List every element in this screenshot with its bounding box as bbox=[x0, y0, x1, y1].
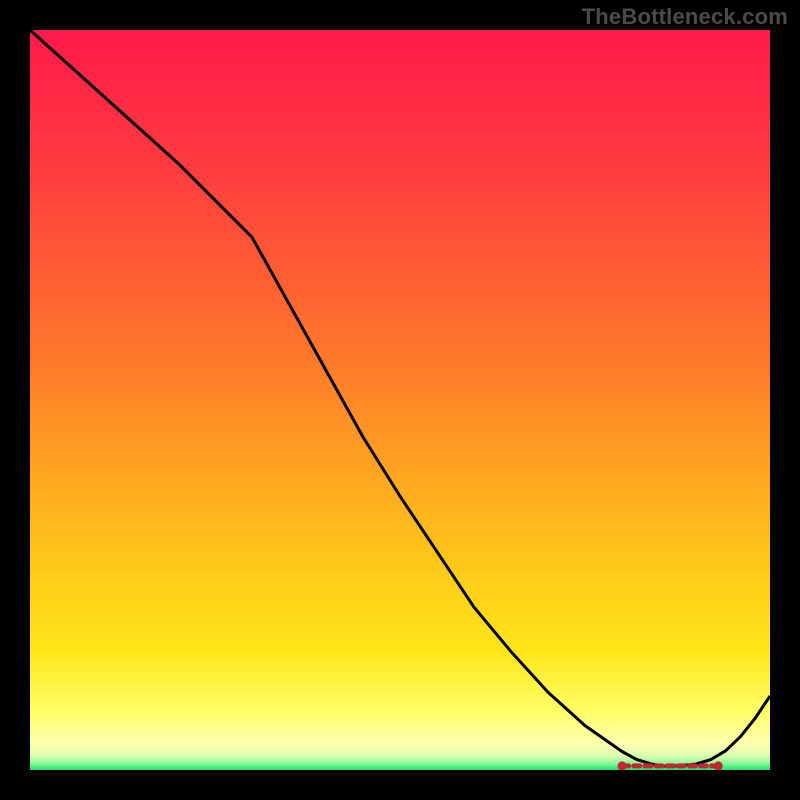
chart-overlay bbox=[30, 30, 770, 770]
chart-frame: TheBottleneck.com bbox=[0, 0, 800, 800]
optimal-range-marker bbox=[618, 761, 723, 770]
watermark-text: TheBottleneck.com bbox=[582, 4, 788, 30]
bottleneck-curve bbox=[30, 30, 770, 766]
plot-area bbox=[30, 30, 770, 770]
